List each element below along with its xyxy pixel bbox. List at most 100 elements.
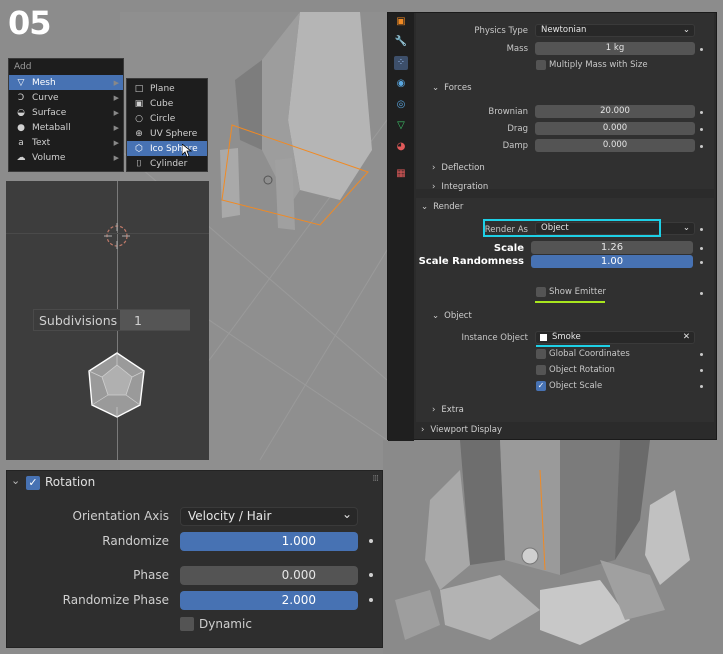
- extra-header[interactable]: › Extra: [432, 405, 464, 415]
- modifier-tab-icon[interactable]: 🔧: [394, 35, 408, 49]
- randomize-phase-field[interactable]: 2.000: [180, 591, 358, 610]
- randomize-field[interactable]: 1.000: [180, 532, 358, 551]
- cube-icon: ▣: [134, 98, 144, 109]
- mesh-submenu: □ Plane ▣ Cube ○ Circle ⊕ UV Sphere ⬡ Ico Sphere ⌷…: [126, 78, 208, 172]
- drag-handle-icon[interactable]: ⁞⁞⁞: [372, 474, 379, 484]
- add-menu-item[interactable]: Ͻ Curve ▶: [9, 90, 123, 105]
- render-header[interactable]: ⌄ Render: [421, 202, 463, 212]
- viewport-display-header[interactable]: › Viewport Display: [421, 425, 502, 435]
- add-menu-item[interactable]: a Text ▶: [9, 135, 123, 150]
- chevron-down-icon: ⌄: [432, 83, 440, 93]
- forces-header[interactable]: ⌄ Forces: [432, 83, 472, 93]
- show-emitter-checkbox[interactable]: [536, 287, 546, 297]
- deflection-header[interactable]: › Deflection: [432, 163, 485, 173]
- curve-icon: Ͻ: [17, 92, 25, 103]
- instance-object-value: Smoke: [552, 332, 581, 342]
- damp-field[interactable]: 0.000: [535, 139, 695, 152]
- brownian-field[interactable]: 20.000: [535, 105, 695, 118]
- keyframe-dot-icon[interactable]: [700, 292, 703, 295]
- particle-properties-panel: ▣ 🔧 ⁘ ◉ ◎ ▽ ◕ ▦ Physics Type Newtonian ⌄…: [387, 12, 717, 441]
- data-tab-icon[interactable]: ▽: [394, 119, 408, 133]
- mesh-submenu-item-label: Plane: [150, 83, 175, 94]
- keyframe-dot-icon[interactable]: [700, 247, 703, 250]
- add-menu-item[interactable]: ● Metaball ▶: [9, 120, 123, 135]
- scale-field[interactable]: 1.26: [531, 241, 693, 254]
- mass-field[interactable]: 1 kg: [535, 42, 695, 55]
- add-menu-item[interactable]: ▽ Mesh ▶: [9, 75, 123, 90]
- global-coordinates-checkbox[interactable]: [536, 349, 546, 359]
- subdivisions-value-box[interactable]: [120, 310, 190, 330]
- chevron-down-icon: ⌄: [341, 507, 352, 521]
- keyframe-dot-icon[interactable]: [700, 228, 703, 231]
- multiply-mass-checkbox[interactable]: [536, 60, 546, 70]
- mesh-submenu-item[interactable]: ⊕ UV Sphere: [127, 126, 207, 141]
- properties-tab-bar: ▣ 🔧 ⁘ ◉ ◎ ▽ ◕ ▦: [388, 13, 414, 441]
- rotation-enable-checkbox[interactable]: ✓: [26, 476, 40, 490]
- add-menu-item-label: Metaball: [32, 122, 71, 133]
- volume-icon: ☁: [16, 152, 26, 163]
- mesh-submenu-item[interactable]: □ Plane: [127, 81, 207, 96]
- orientation-axis-dropdown[interactable]: Velocity / Hair ⌄: [180, 507, 358, 526]
- mesh-submenu-item[interactable]: ○ Circle: [127, 111, 207, 126]
- chevron-down-icon: ⌄: [682, 25, 690, 35]
- object-tab-icon[interactable]: ▣: [394, 15, 408, 29]
- clear-icon[interactable]: ✕: [683, 332, 690, 343]
- keyframe-dot-icon[interactable]: [700, 48, 703, 51]
- mesh-submenu-item-label: UV Sphere: [150, 128, 198, 139]
- mesh-submenu-item[interactable]: ⌷ Cylinder: [127, 156, 207, 171]
- show-emitter-label: Show Emitter: [549, 287, 607, 297]
- multiply-mass-label: Multiply Mass with Size: [549, 60, 648, 70]
- orientation-axis-value: Velocity / Hair: [188, 509, 272, 523]
- object-scale-checkbox[interactable]: ✓: [536, 381, 546, 391]
- object-data-icon: [540, 334, 547, 341]
- scale-randomness-label: Scale Randomness: [418, 256, 524, 267]
- constraints-tab-icon[interactable]: ◎: [394, 98, 408, 112]
- randomize-phase-label: Randomize Phase: [62, 593, 169, 607]
- object-subpanel-header[interactable]: ⌄ Object: [432, 311, 472, 321]
- rotation-header: Rotation: [45, 475, 96, 489]
- mesh-submenu-item[interactable]: ⬡ Ico Sphere: [127, 141, 207, 156]
- object-rotation-checkbox[interactable]: [536, 365, 546, 375]
- dynamic-checkbox[interactable]: [180, 617, 194, 631]
- chevron-right-icon: ›: [432, 182, 436, 192]
- particles-tab-icon[interactable]: ⁘: [394, 56, 408, 70]
- extra-header-label: Extra: [441, 405, 464, 415]
- scale-randomness-field[interactable]: 1.00: [531, 255, 693, 268]
- keyframe-dot-icon[interactable]: [700, 128, 703, 131]
- material-tab-icon[interactable]: ◕: [394, 140, 408, 154]
- phase-field[interactable]: 0.000: [180, 566, 358, 585]
- surface-icon: ◒: [17, 107, 25, 118]
- chevron-down-icon[interactable]: ⌄: [11, 474, 20, 487]
- add-menu-item-label: Volume: [32, 152, 66, 163]
- render-header-label: Render: [433, 202, 464, 212]
- cylinder-icon: ⌷: [136, 158, 142, 169]
- instance-object-underline: [536, 345, 610, 347]
- keyframe-dot-icon[interactable]: [700, 111, 703, 114]
- subdivisions-label: Subdivisions: [39, 313, 118, 328]
- keyframe-dot-icon[interactable]: [369, 539, 373, 543]
- keyframe-dot-icon[interactable]: [700, 261, 703, 264]
- keyframe-dot-icon[interactable]: [369, 573, 373, 577]
- instance-object-field[interactable]: Smoke ✕: [535, 331, 695, 344]
- drag-field[interactable]: 0.000: [535, 122, 695, 135]
- phase-label: Phase: [133, 568, 169, 582]
- mesh-submenu-item[interactable]: ▣ Cube: [127, 96, 207, 111]
- keyframe-dot-icon[interactable]: [700, 369, 703, 372]
- physics-tab-icon[interactable]: ◉: [394, 77, 408, 91]
- keyframe-dot-icon[interactable]: [369, 598, 373, 602]
- chevron-down-icon: ⌄: [682, 223, 690, 233]
- object-scale-label: Object Scale: [549, 381, 603, 391]
- keyframe-dot-icon[interactable]: [700, 385, 703, 388]
- submenu-arrow-icon: ▶: [113, 78, 119, 87]
- add-menu-item-label: Surface: [32, 107, 67, 118]
- add-menu-header: Add: [14, 62, 32, 72]
- integration-header[interactable]: › Integration: [432, 182, 488, 192]
- add-menu: Add ▽ Mesh ▶ Ͻ Curve ▶ ◒ Surface ▶ ● Metaball ▶ a Tex…: [8, 58, 124, 172]
- subdivisions-field[interactable]: Subdivisions 1: [33, 309, 190, 331]
- add-menu-item[interactable]: ◒ Surface ▶: [9, 105, 123, 120]
- texture-tab-icon[interactable]: ▦: [394, 167, 408, 181]
- add-menu-item[interactable]: ☁ Volume ▶: [9, 150, 123, 165]
- physics-type-dropdown[interactable]: Newtonian ⌄: [535, 24, 695, 37]
- keyframe-dot-icon[interactable]: [700, 145, 703, 148]
- keyframe-dot-icon[interactable]: [700, 353, 703, 356]
